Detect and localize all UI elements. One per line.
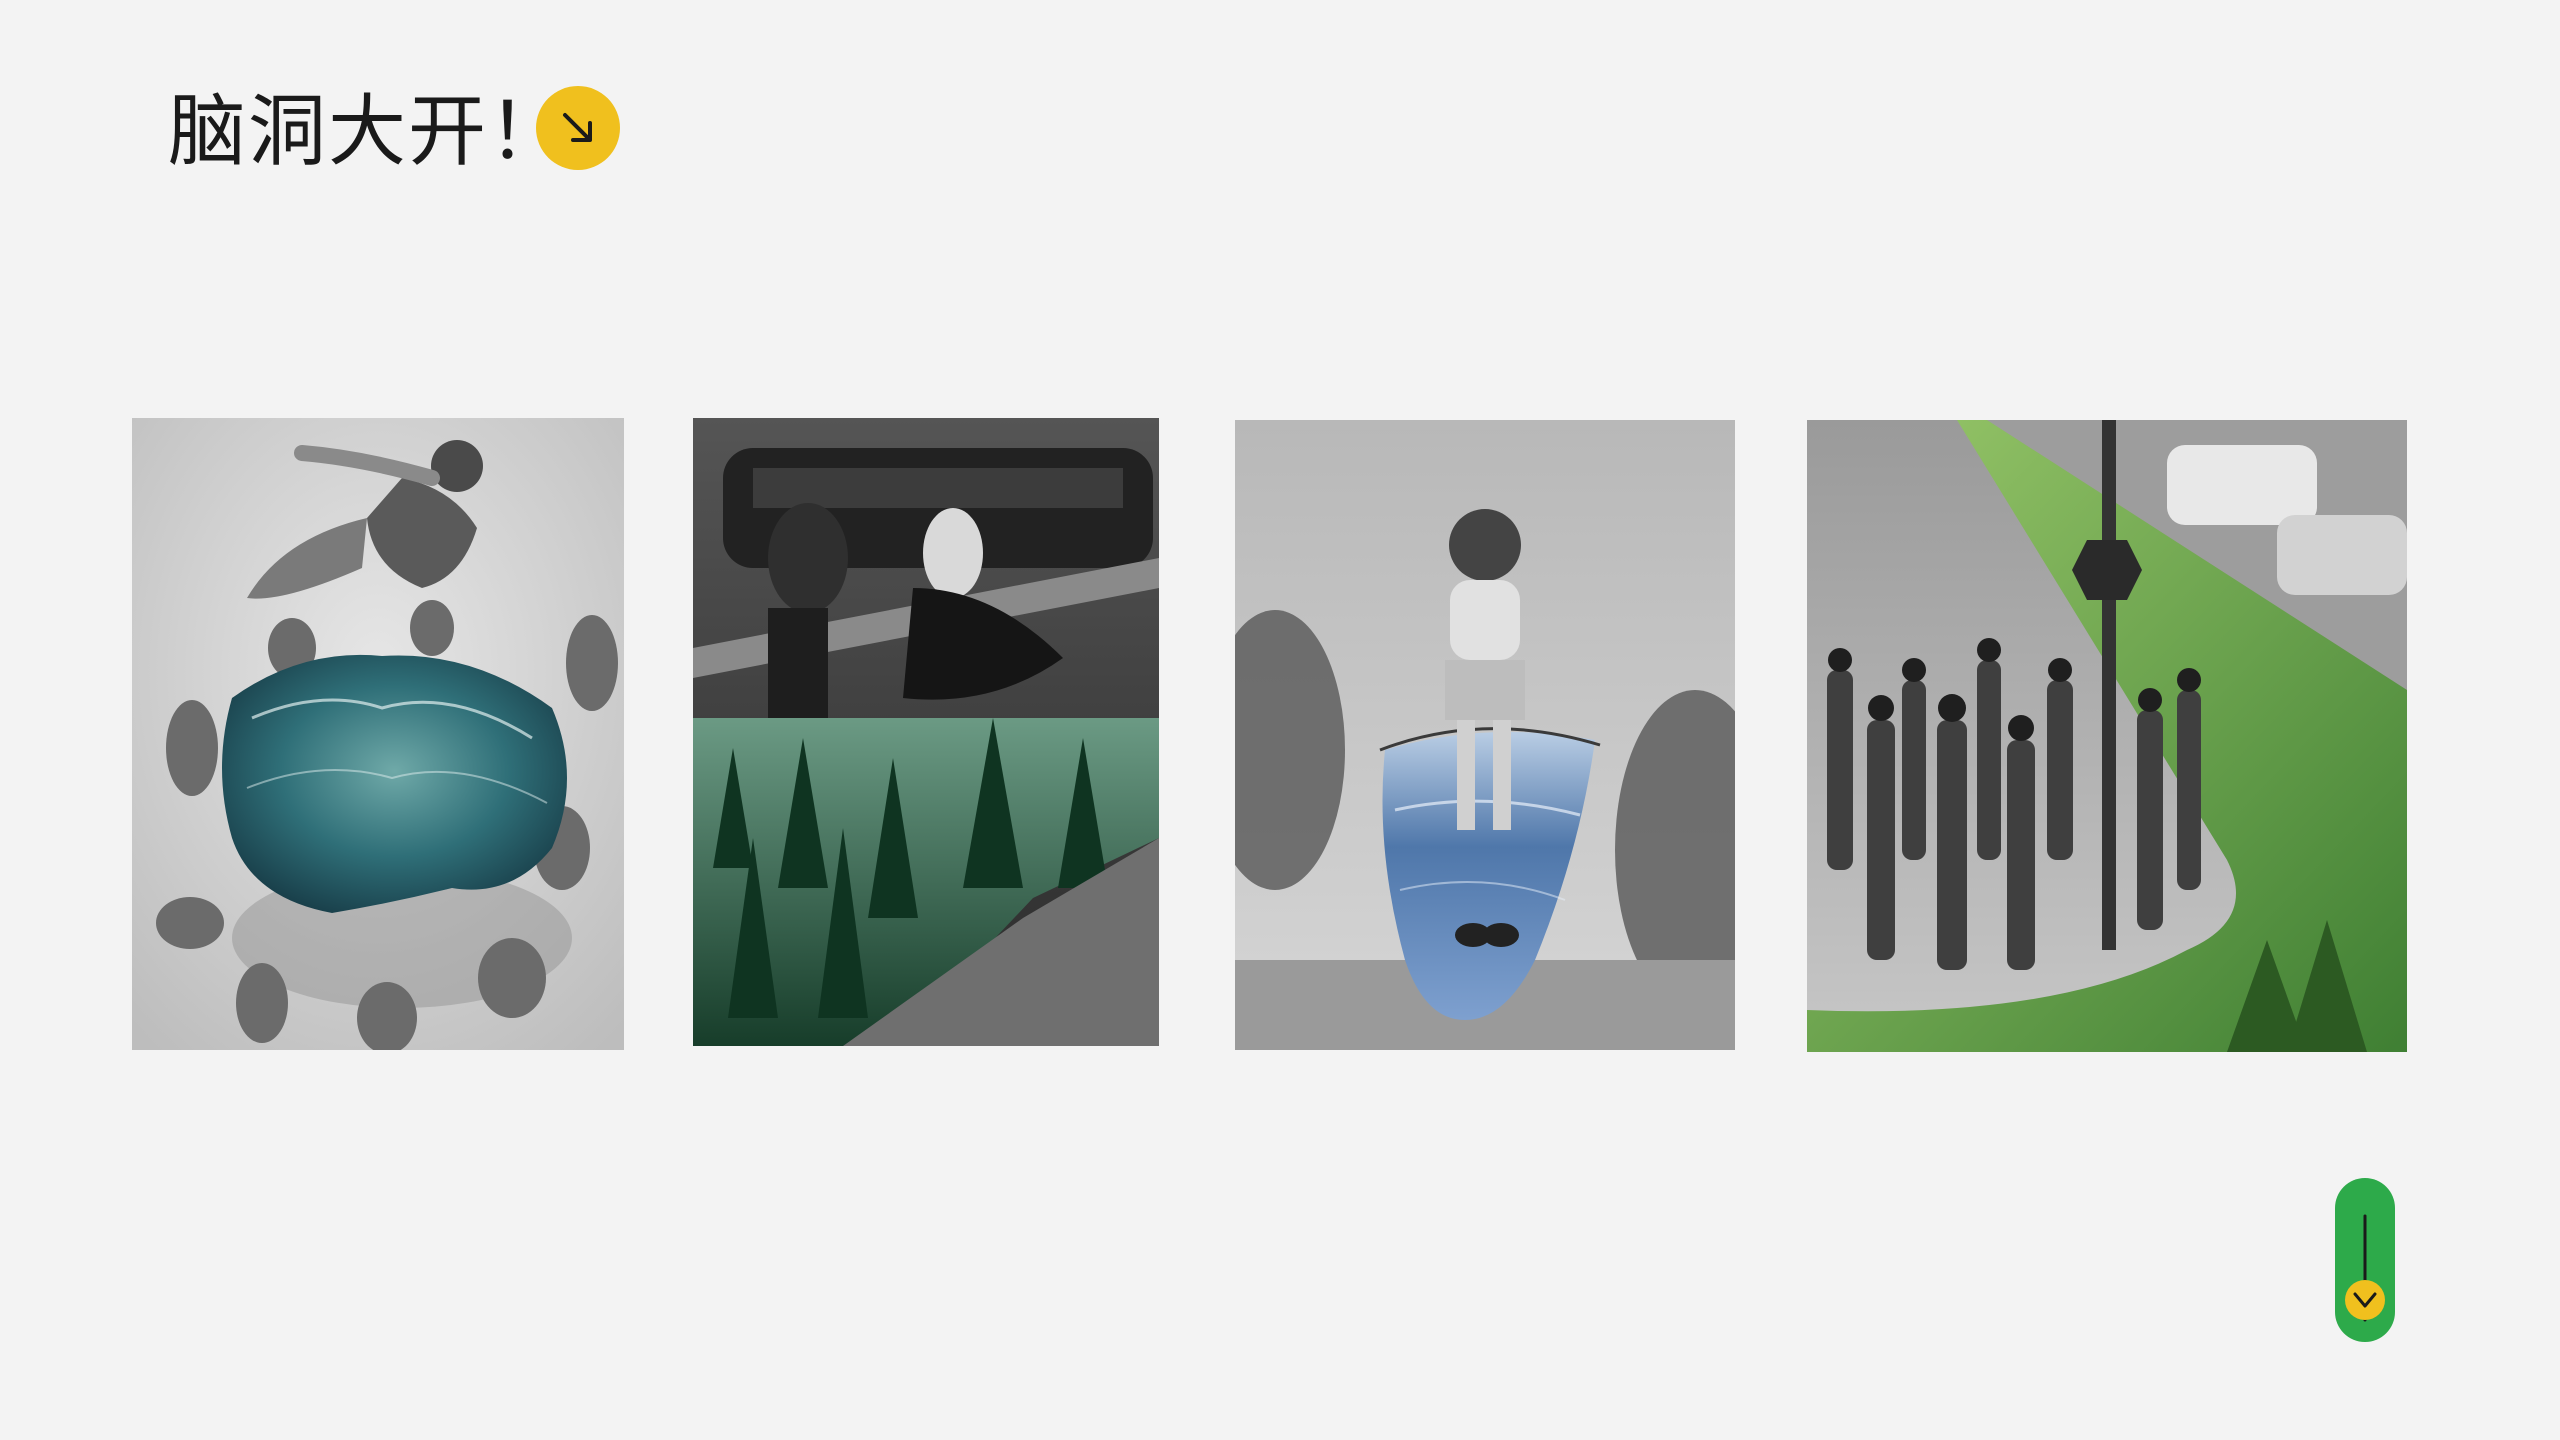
collage-sidewalk-hills-image: [1807, 420, 2407, 1052]
collage-street-forest-image: [693, 418, 1159, 1046]
collage-sidewalk-hills-card[interactable]: [1807, 420, 2407, 1052]
collage-jumprope-sea-card[interactable]: [1235, 420, 1735, 1050]
collage-street-forest-card[interactable]: [693, 418, 1159, 1046]
page-title: 脑洞大开！: [168, 87, 569, 177]
collage-beach-ocean-image: [132, 418, 624, 1050]
scroll-down-button[interactable]: [2335, 1178, 2395, 1342]
arrow-down-right-icon: [563, 113, 592, 142]
collage-beach-ocean-card[interactable]: [132, 418, 624, 1050]
arrow-down-right-badge[interactable]: [536, 86, 620, 170]
arrow-down-icon: [2345, 1214, 2385, 1322]
collage-jumprope-sea-image: [1235, 420, 1735, 1050]
